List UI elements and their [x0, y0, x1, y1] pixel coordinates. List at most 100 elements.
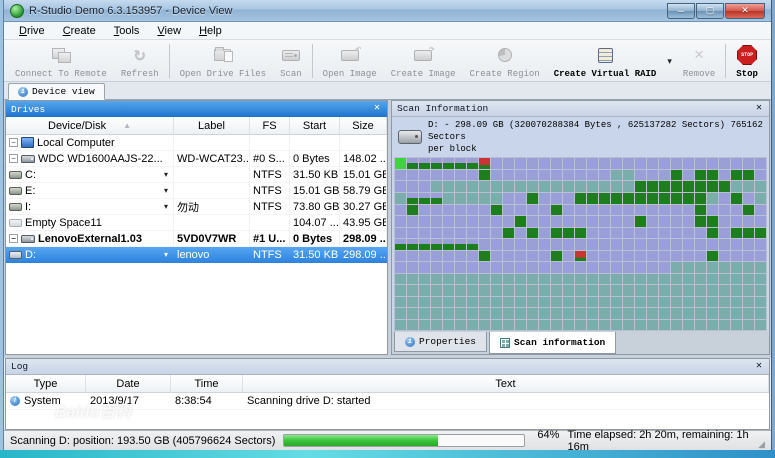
scan-block [695, 308, 706, 319]
log-column-text[interactable]: Text [243, 375, 769, 392]
drive-row-i[interactable]: I:▾ 勿动NTFS73.80 GB30.27 GB [6, 199, 387, 215]
scan-block [671, 297, 682, 308]
menu-drive[interactable]: Drive [10, 24, 54, 38]
stop-button[interactable]: STOP Stop [729, 42, 765, 80]
drive-row-e[interactable]: E:▾ NTFS15.01 GB58.79 GB [6, 183, 387, 199]
column-start[interactable]: Start [290, 117, 340, 134]
scan-block [695, 262, 706, 273]
column-label[interactable]: Label [174, 117, 250, 134]
scan-block [695, 216, 706, 227]
scan-block [707, 274, 718, 285]
refresh-icon: ↻ [134, 44, 145, 66]
tab-properties[interactable]: i Properties [394, 332, 487, 352]
drive-row-c[interactable]: C:▾ NTFS31.50 KB15.01 GB [6, 167, 387, 183]
scan-block [431, 158, 442, 169]
refresh-button[interactable]: ↻ Refresh [114, 42, 166, 80]
hard-disk-icon [21, 235, 35, 243]
scan-block [731, 170, 742, 181]
scan-block [587, 297, 598, 308]
scan-block [671, 274, 682, 285]
menu-create[interactable]: Create [54, 24, 105, 38]
collapse-icon[interactable]: − [9, 234, 18, 243]
scan-block [731, 308, 742, 319]
log-column-date[interactable]: Date [86, 375, 171, 392]
scan-block [575, 308, 586, 319]
column-size[interactable]: Size [340, 117, 387, 134]
scan-block [491, 205, 502, 216]
scan-block [455, 297, 466, 308]
scan-block [443, 239, 454, 250]
scan-block [611, 205, 622, 216]
scan-block [719, 274, 730, 285]
minimize-button[interactable]: ─ [667, 3, 695, 19]
tab-scan-information[interactable]: Scan information [489, 332, 616, 354]
column-fs[interactable]: FS [250, 117, 290, 134]
tab-device-view[interactable]: i Device view [8, 83, 105, 100]
scan-block [671, 216, 682, 227]
log-column-time[interactable]: Time [171, 375, 243, 392]
scan-block [695, 170, 706, 181]
raid-dropdown-arrow[interactable]: ▾ [663, 56, 676, 67]
menu-help[interactable]: Help [190, 24, 231, 38]
partition-dropdown-arrow[interactable]: ▾ [164, 202, 170, 211]
scan-block [707, 308, 718, 319]
scan-progress-bar [283, 434, 525, 447]
menu-view[interactable]: View [148, 24, 190, 38]
log-row[interactable]: iSystem 2013/9/17 8:38:54 Scanning drive… [6, 393, 769, 410]
drive-row-d-selected[interactable]: D:▾ lenovoNTFS31.50 KB298.09 ... [6, 247, 387, 263]
collapse-icon[interactable]: − [9, 154, 18, 163]
scan-block [479, 158, 490, 169]
scan-block [467, 262, 478, 273]
create-virtual-raid-button[interactable]: Create Virtual RAID [547, 42, 664, 80]
partition-dropdown-arrow[interactable]: ▾ [164, 250, 170, 259]
create-image-button[interactable]: Create Image [384, 42, 463, 80]
log-close-icon[interactable]: ✕ [754, 362, 764, 372]
drive-row-local-computer[interactable]: −Local Computer [6, 135, 387, 151]
close-button[interactable]: ✕ [725, 3, 765, 19]
remove-button[interactable]: ✕ Remove [676, 42, 722, 80]
scan-block [539, 216, 550, 227]
drive-row-lenovo-disk[interactable]: −LenovoExternal1.03 5VD0V7WR#1 U...0 Byt… [6, 231, 387, 247]
scan-block [419, 239, 430, 250]
scan-block [683, 297, 694, 308]
scan-block [659, 158, 670, 169]
scan-block [587, 205, 598, 216]
drives-close-icon[interactable]: ✕ [372, 104, 382, 114]
scan-block [707, 170, 718, 181]
scan-panel-close-icon[interactable]: ✕ [754, 104, 764, 114]
scan-block [395, 285, 406, 296]
scan-panel-tabs: i Properties Scan information [392, 331, 769, 354]
scan-panel-title: Scan Information [397, 103, 754, 114]
scan-block [599, 274, 610, 285]
scan-block [443, 262, 454, 273]
open-drive-files-button[interactable]: Open Drive Files [173, 42, 273, 80]
collapse-icon[interactable]: − [9, 138, 18, 147]
scan-block [503, 193, 514, 204]
scan-button[interactable]: Scan [273, 42, 309, 80]
scan-block [611, 181, 622, 192]
scan-block [395, 274, 406, 285]
scan-block [503, 170, 514, 181]
resize-grip[interactable]: ◢ [758, 439, 765, 450]
scan-block [503, 181, 514, 192]
create-region-button[interactable]: Create Region [463, 42, 547, 80]
info-icon: i [10, 396, 20, 406]
connect-to-remote-button[interactable]: Connect To Remote [8, 42, 114, 80]
partition-dropdown-arrow[interactable]: ▾ [164, 170, 170, 179]
scan-block [707, 297, 718, 308]
scan-block [623, 285, 634, 296]
partition-dropdown-arrow[interactable]: ▾ [164, 186, 170, 195]
column-device-disk[interactable]: Device/Disk▲ [6, 117, 174, 134]
menu-tools[interactable]: Tools [105, 24, 149, 38]
log-column-type[interactable]: Type [6, 375, 86, 392]
scan-block [443, 216, 454, 227]
drive-row-wdc-disk[interactable]: −WDC WD1600AAJS-22... WD-WCAT23...#0 S..… [6, 151, 387, 167]
scan-grid[interactable] [394, 157, 767, 331]
scan-block [539, 158, 550, 169]
maximize-button[interactable]: ▢ [696, 3, 724, 19]
drive-row-empty-space[interactable]: Empty Space11 104.07 ...43.95 GB [6, 215, 387, 231]
scan-block [467, 274, 478, 285]
scan-block [503, 205, 514, 216]
open-image-button[interactable]: Open Image [316, 42, 384, 80]
scan-block [575, 181, 586, 192]
